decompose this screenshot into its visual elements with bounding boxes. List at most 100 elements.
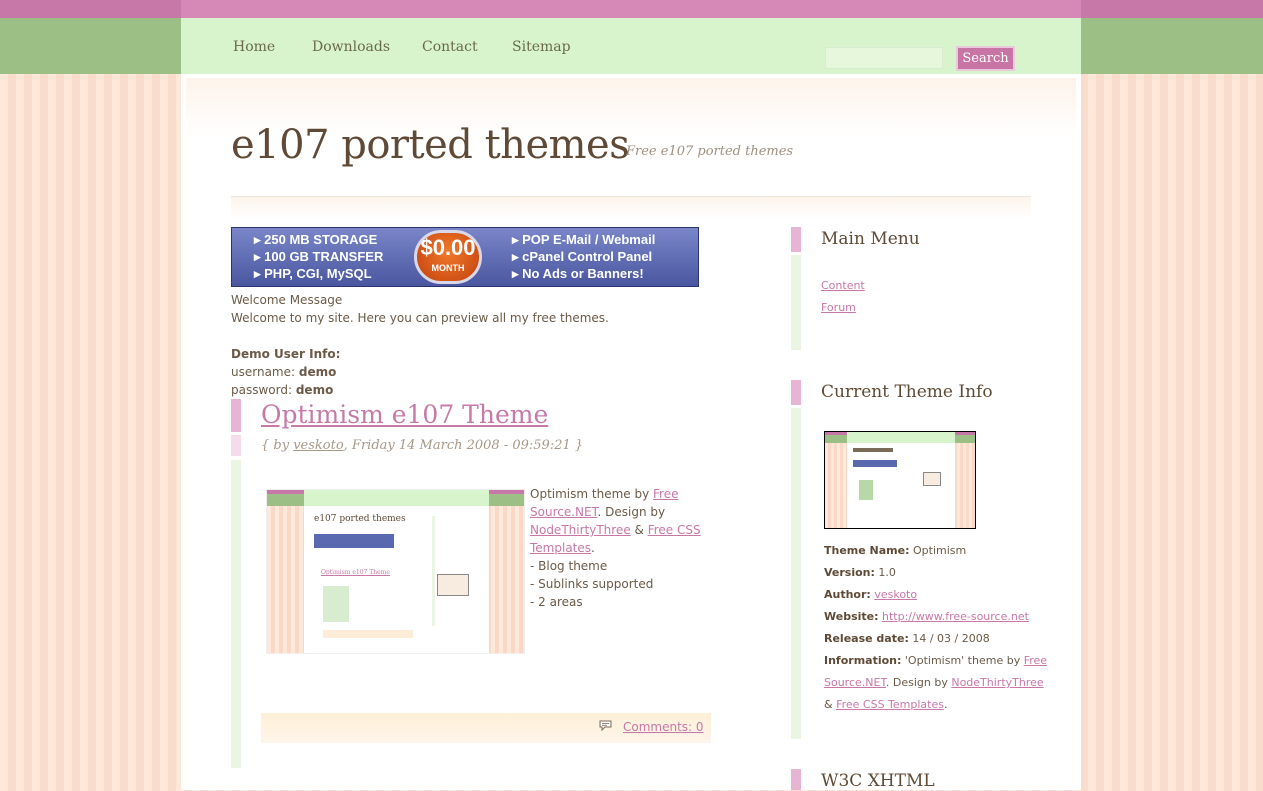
post-title-marker <box>231 399 241 432</box>
body-text: & <box>630 523 648 537</box>
nodethirtythree-link[interactable]: NodeThirtyThree <box>530 523 631 537</box>
side-thumb-title <box>853 448 893 452</box>
post-meta: { by veskoto, Friday 14 March 2008 - 09:… <box>261 438 583 453</box>
body-text: . <box>591 541 595 555</box>
menu-link-content[interactable]: Content <box>821 279 865 293</box>
navigation-bar: Home Downloads Contact Sitemap <box>181 18 1081 74</box>
password-value: demo <box>295 383 334 397</box>
username-value: demo <box>298 365 337 379</box>
release-label: Release date: <box>824 632 909 645</box>
post-body-marker <box>231 460 241 768</box>
menu-link-forum[interactable]: Forum <box>821 301 856 315</box>
comment-icon <box>599 720 612 731</box>
thumb-post-footer <box>323 630 413 638</box>
main-menu-body-marker <box>791 255 801 350</box>
welcome-text: Welcome to my site. Here you can preview… <box>231 311 609 325</box>
theme-preview-image: e107 ported themes Optimism e107 Theme <box>266 489 525 654</box>
side-thumb-image <box>859 480 873 500</box>
info-free-source-link[interactable]: Free <box>1024 654 1047 667</box>
demo-heading: Demo User Info: <box>231 347 341 361</box>
w3c-marker <box>791 769 801 790</box>
feature-item: - 2 areas <box>530 595 583 609</box>
banner-left-list: ▸ 250 MB STORAGE ▸ 100 GB TRANSFER ▸ PHP… <box>254 231 383 282</box>
theme-info-body-marker <box>791 408 801 739</box>
banner-right-text: POP E-Mail / Webmail <box>522 232 656 247</box>
banner-right-list: ▸ POP E-Mail / Webmail ▸ cPanel Control … <box>512 231 655 282</box>
body-text: . Design by <box>597 505 666 519</box>
nav-sitemap[interactable]: Sitemap <box>512 39 571 55</box>
title-underglow <box>231 197 1031 219</box>
nav-contact[interactable]: Contact <box>422 39 478 55</box>
free-css-templates-link-cont[interactable]: Templates <box>530 541 591 555</box>
feature-item: - Blog theme <box>530 559 608 573</box>
thumb-banner <box>314 534 394 548</box>
info-free-css-templates-link[interactable]: Free CSS Templates <box>836 698 944 711</box>
information-label: Information: <box>824 654 902 667</box>
thumb-sidebar-image <box>437 574 469 596</box>
price-unit: MONTH <box>431 263 465 273</box>
theme-info-marker <box>791 380 801 405</box>
free-source-link[interactable]: Free <box>653 487 678 501</box>
post-body-line: Optimism theme by Free <box>530 485 701 503</box>
price-badge: $0.00 MONTH <box>414 230 482 284</box>
author-link[interactable]: veskoto <box>874 588 917 601</box>
website-row: Website: http://www.free-source.net <box>824 610 1029 624</box>
information-text: & <box>824 698 837 711</box>
main-menu-marker <box>791 227 801 252</box>
theme-name-value: Optimism <box>913 544 967 557</box>
meta-prefix: { by <box>261 438 294 453</box>
website-link[interactable]: http://www.free-source.net <box>882 610 1029 623</box>
information-text: . Design by <box>885 676 952 689</box>
demo-username: username: demo <box>231 363 336 381</box>
banner-right-text: No Ads or Banners! <box>522 266 644 281</box>
information-text: 'Optimism' theme by <box>904 654 1024 667</box>
price-value: $0.00 <box>420 235 476 260</box>
thumb-post-title: Optimism e107 Theme <box>321 569 390 576</box>
search-button[interactable]: Search <box>956 46 1015 71</box>
site-title[interactable]: e107 ported themes <box>231 122 630 168</box>
search-input[interactable] <box>825 47 943 69</box>
author-row: Author: veskoto <box>824 588 917 602</box>
thumb-nav <box>304 490 489 506</box>
banner-left-item: ▸ 250 MB STORAGE <box>254 232 378 247</box>
post-title-link[interactable]: Optimism e107 Theme <box>261 400 548 429</box>
banner-left-item: ▸ PHP, CGI, MySQL <box>254 266 372 281</box>
nav-home[interactable]: Home <box>233 39 275 55</box>
theme-name-row: Theme Name: Optimism <box>824 544 966 558</box>
main-menu-title: Main Menu <box>821 229 920 249</box>
free-source-link-cont[interactable]: Source.NET <box>530 505 598 519</box>
post-date: , Friday 14 March 2008 - 09:59:21 } <box>343 438 584 453</box>
side-thumb-banner <box>853 460 897 467</box>
header-pink-bar <box>181 0 1081 18</box>
free-css-templates-link[interactable]: Free CSS <box>648 523 701 537</box>
thumb-sidebar-marker <box>432 516 435 626</box>
post-author-link[interactable]: veskoto <box>293 438 343 453</box>
nav-downloads[interactable]: Downloads <box>312 39 390 55</box>
version-value: 1.0 <box>878 566 896 579</box>
banner-left-text: 100 GB TRANSFER <box>264 249 384 264</box>
comments-link[interactable]: Comments: 0 <box>623 719 704 735</box>
post-body-line: Templates. <box>530 539 701 557</box>
release-row: Release date: 14 / 03 / 2008 <box>824 632 990 646</box>
banner-right-item: ▸ No Ads or Banners! <box>512 266 644 281</box>
thumb-site-title: e107 ported themes <box>314 514 406 524</box>
banner-left-text: 250 MB STORAGE <box>264 232 378 247</box>
post-body-line: NodeThirtyThree & Free CSS <box>530 521 701 539</box>
info-free-source-link-cont[interactable]: Source.NET <box>824 676 886 689</box>
side-thumb-nav <box>847 432 955 443</box>
theme-info-preview <box>824 431 976 529</box>
version-row: Version: 1.0 <box>824 566 896 580</box>
site-slogan: Free e107 ported themes <box>626 144 794 159</box>
information-row: Information: 'Optimism' theme by Free <box>824 654 1047 668</box>
hosting-banner-ad[interactable]: ▸ 250 MB STORAGE ▸ 100 GB TRANSFER ▸ PHP… <box>231 227 699 287</box>
thumb-post-image <box>323 586 349 622</box>
body-text: Optimism theme by <box>530 487 653 501</box>
information-row-3: & Free CSS Templates. <box>824 698 947 712</box>
post-meta-marker <box>231 435 241 456</box>
banner-right-item: ▸ POP E-Mail / Webmail <box>512 232 656 247</box>
info-nodethirtythree-link[interactable]: NodeThirtyThree <box>951 676 1043 689</box>
banner-right-item: ▸ cPanel Control Panel <box>512 249 653 264</box>
welcome-heading: Welcome Message <box>231 293 343 307</box>
banner-left-item: ▸ 100 GB TRANSFER <box>254 249 384 264</box>
feature-item: - Sublinks supported <box>530 577 654 591</box>
